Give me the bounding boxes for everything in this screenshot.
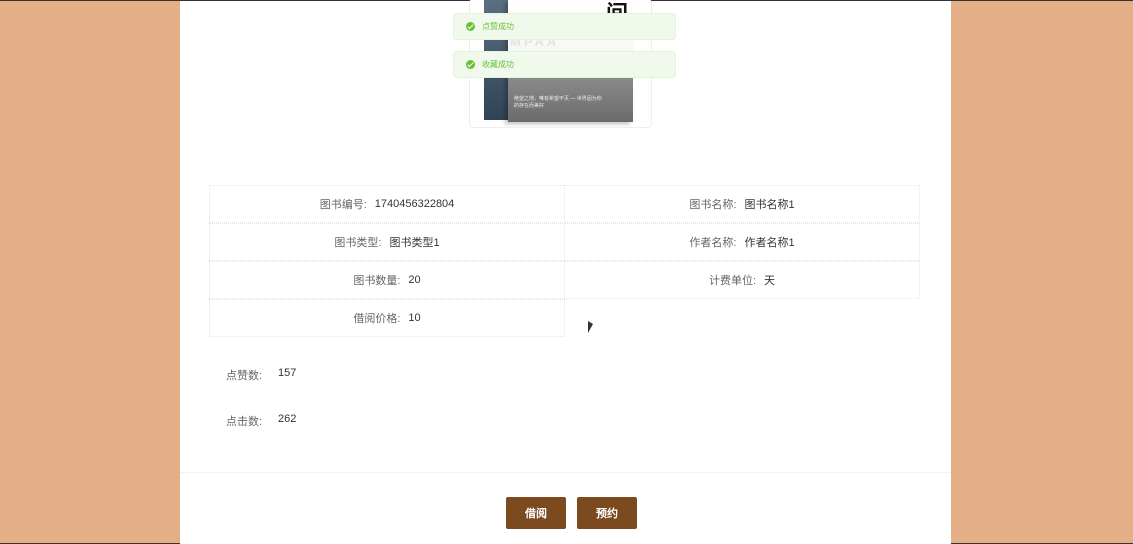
divider [180,472,951,473]
empty-cell [564,299,920,337]
billing-unit-cell: 计费单位: 天 [564,261,920,299]
book-quantity-cell: 图书数量: 20 [209,261,565,299]
borrow-button[interactable]: 借阅 [506,497,566,529]
book-id-label: 图书编号: [319,199,367,211]
book-name-cell: 图书名称: 图书名称1 [564,185,920,223]
author-name-cell: 作者名称: 作者名称1 [564,223,920,261]
click-count: 点击数: 262 [226,413,296,429]
book-type-cell: 图书类型: 图书类型1 [209,223,565,261]
mouse-cursor-icon [588,321,593,333]
book-type-label: 图书类型: [334,237,382,249]
check-circle-icon [466,60,475,69]
book-info-table: 图书编号: 1740456322804 图书名称: 图书名称1 图书类型: 图书… [209,185,922,337]
favorite-success-toast: 收藏成功 [453,51,676,78]
like-count: 点赞数: 157 [226,367,296,383]
book-detail-panel: 间 绝望之地，唯有希望不灭 — 世界因为你的存在而美好 MPAA 图书编号: 1… [180,0,951,544]
check-circle-icon [466,22,475,31]
billing-unit-value: 天 [764,275,776,287]
like-count-label: 点赞数: [226,370,263,382]
book-name-label: 图书名称: [689,199,737,211]
info-row: 借阅价格: 10 [209,299,922,337]
like-count-value: 157 [278,367,297,379]
toast-message: 收藏成功 [482,60,514,69]
author-name-value: 作者名称1 [744,237,795,249]
book-quantity-value: 20 [408,274,421,286]
billing-unit-label: 计费单位: [708,275,757,287]
book-id-value: 1740456322804 [374,198,455,210]
borrow-price-cell: 借阅价格: 10 [209,299,565,337]
author-name-label: 作者名称: [689,237,737,249]
reserve-button[interactable]: 预约 [577,497,637,529]
borrow-price-label: 借阅价格: [353,313,401,325]
info-row: 图书类型: 图书类型1 作者名称: 作者名称1 [209,223,922,261]
info-row: 图书编号: 1740456322804 图书名称: 图书名称1 [209,185,922,223]
borrow-price-value: 10 [408,312,421,324]
click-count-label: 点击数: [226,416,263,428]
book-type-value: 图书类型1 [389,237,440,249]
info-row: 图书数量: 20 计费单位: 天 [209,261,922,299]
cover-tagline: 绝望之地，唯有希望不灭 — 世界因为你的存在而美好 [514,96,602,109]
click-count-value: 262 [278,413,297,425]
book-name-value: 图书名称1 [744,199,795,211]
like-success-toast: 点赞成功 [453,13,676,40]
toast-message: 点赞成功 [482,22,514,31]
book-quantity-label: 图书数量: [353,275,401,287]
browser-viewport: 间 绝望之地，唯有希望不灭 — 世界因为你的存在而美好 MPAA 图书编号: 1… [0,0,1133,544]
book-id-cell: 图书编号: 1740456322804 [209,185,565,223]
